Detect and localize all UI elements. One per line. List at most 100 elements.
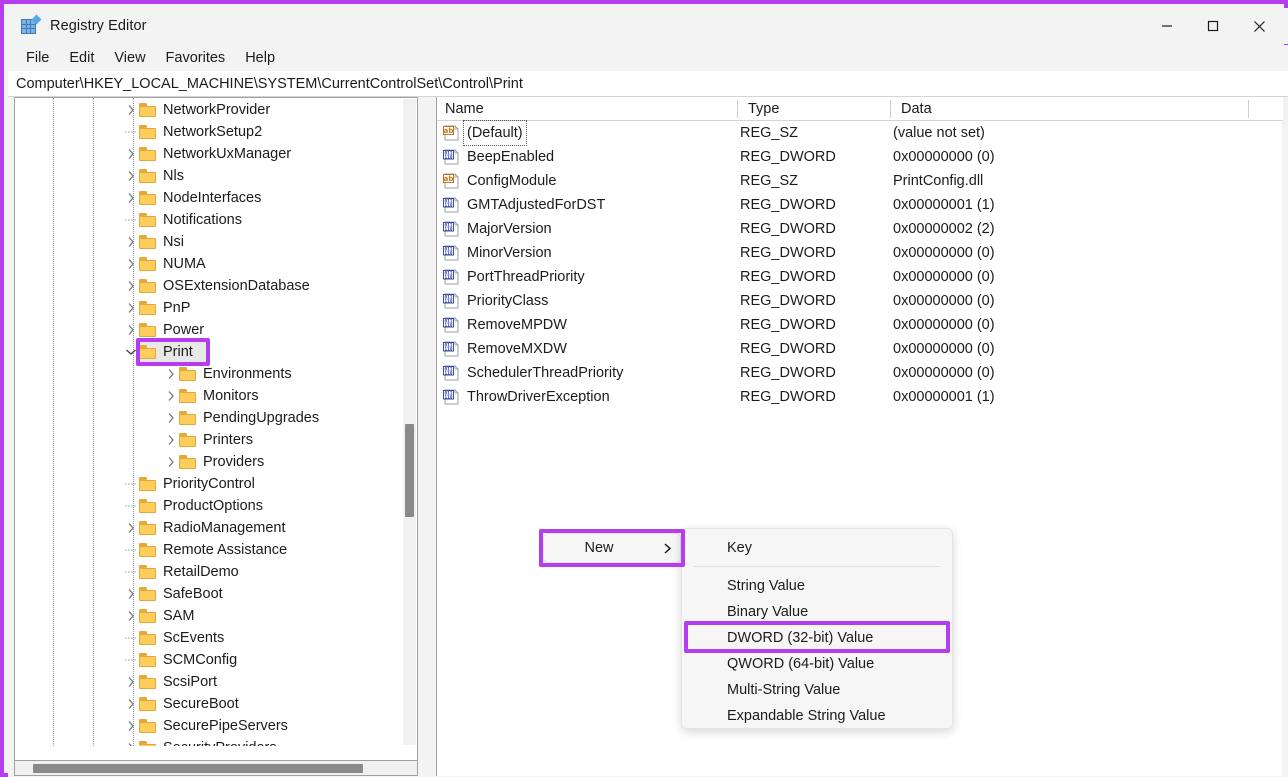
- chevron-right-icon[interactable]: [123, 319, 139, 341]
- maximize-button[interactable]: [1190, 10, 1236, 42]
- tree-item-pendingupgrades[interactable]: PendingUpgrades: [15, 407, 405, 429]
- value-row[interactable]: 011 110 BeepEnabled REG_DWORD 0x00000000 (0): [437, 145, 1283, 169]
- menu-item-edit[interactable]: Edit: [59, 47, 104, 69]
- submenu-item-multi-string-value[interactable]: Multi-String Value: [682, 677, 952, 703]
- tree-item-pnp[interactable]: PnP: [15, 297, 405, 319]
- submenu-item-string-value[interactable]: String Value: [682, 573, 952, 599]
- chevron-right-icon[interactable]: [163, 451, 179, 473]
- value-row[interactable]: 011 110 GMTAdjustedForDST REG_DWORD 0x000000…: [437, 193, 1283, 217]
- chevron-right-icon[interactable]: [123, 715, 139, 737]
- value-row[interactable]: 011 110 ThrowDriverException REG_DWORD 0x000…: [437, 385, 1283, 409]
- tree-item-scevents[interactable]: ScEvents: [15, 627, 405, 649]
- submenu-item-expandable-string-value[interactable]: Expandable String Value: [682, 703, 952, 729]
- string-value-icon: ab: [443, 125, 460, 141]
- tree-item-notifications[interactable]: Notifications: [15, 209, 405, 231]
- chevron-right-icon[interactable]: [123, 253, 139, 275]
- submenu-item-dword-32-bit-value[interactable]: DWORD (32-bit) Value: [682, 625, 952, 651]
- column-divider-name-type[interactable]: [737, 100, 738, 118]
- value-row[interactable]: ab (Default) REG_SZ (value not set): [437, 120, 1283, 146]
- tree-item-retaildemo[interactable]: RetailDemo: [15, 561, 405, 583]
- value-row[interactable]: 011 110 PortThreadPriority REG_DWORD 0x00000…: [437, 265, 1283, 289]
- tree-horizontal-scrollbar[interactable]: [14, 761, 418, 776]
- tree-item-printers[interactable]: Printers: [15, 429, 405, 451]
- tree-item-monitors[interactable]: Monitors: [15, 385, 405, 407]
- value-row[interactable]: 011 110 MajorVersion REG_DWORD 0x00000002 (2…: [437, 217, 1283, 241]
- tree-item-safeboot[interactable]: SafeBoot: [15, 583, 405, 605]
- chevron-right-icon[interactable]: [123, 187, 139, 209]
- chevron-right-icon[interactable]: [123, 693, 139, 715]
- chevron-down-icon[interactable]: [123, 341, 139, 363]
- tree-item-nsi[interactable]: Nsi: [15, 231, 405, 253]
- tree-item-power[interactable]: Power: [15, 319, 405, 341]
- menu-item-favorites[interactable]: Favorites: [156, 47, 236, 69]
- tree-item-providers[interactable]: Providers: [15, 451, 405, 473]
- tree-horizontal-scroll-thumb[interactable]: [33, 764, 363, 773]
- tree-item-environments[interactable]: Environments: [15, 363, 405, 385]
- tree-item-networkuxmanager[interactable]: NetworkUxManager: [15, 143, 405, 165]
- submenu-item-key[interactable]: Key: [682, 535, 952, 561]
- string-value-icon: ab: [443, 173, 460, 189]
- chevron-right-icon[interactable]: [163, 363, 179, 385]
- folder-icon: [139, 103, 156, 117]
- close-button[interactable]: [1236, 10, 1282, 42]
- tree-item-secureboot[interactable]: SecureBoot: [15, 693, 405, 715]
- column-divider-type-data[interactable]: [890, 100, 891, 118]
- value-name: MinorVersion: [467, 245, 552, 261]
- value-row[interactable]: 011 110 SchedulerThreadPriority REG_DWORD 0x…: [437, 361, 1283, 385]
- registry-tree-pane[interactable]: NetworkProvider NetworkSetup2 NetworkUxMan…: [14, 97, 418, 761]
- tree-item-securepipeservers[interactable]: SecurePipeServers: [15, 715, 405, 737]
- tree-vertical-scroll-thumb[interactable]: [405, 424, 414, 517]
- tree-item-productoptions[interactable]: ProductOptions: [15, 495, 405, 517]
- svg-text:110: 110: [445, 298, 453, 304]
- value-name: MajorVersion: [467, 221, 552, 237]
- tree-item-remote-assistance[interactable]: Remote Assistance: [15, 539, 405, 561]
- value-row[interactable]: 011 110 RemoveMXDW REG_DWORD 0x00000000 (0): [437, 337, 1283, 361]
- chevron-right-icon[interactable]: [123, 671, 139, 693]
- column-divider-data-end[interactable]: [1248, 100, 1249, 118]
- tree-item-label: Print: [163, 344, 193, 360]
- chevron-right-icon[interactable]: [163, 407, 179, 429]
- tree-item-sam[interactable]: SAM: [15, 605, 405, 627]
- tree-item-numa[interactable]: NUMA: [15, 253, 405, 275]
- submenu-item-qword-64-bit-value[interactable]: QWORD (64-bit) Value: [682, 651, 952, 677]
- chevron-right-icon[interactable]: [123, 165, 139, 187]
- tree-item-scmconfig[interactable]: SCMConfig: [15, 649, 405, 671]
- chevron-right-icon[interactable]: [123, 275, 139, 297]
- menu-item-file[interactable]: File: [16, 47, 59, 69]
- menu-item-help[interactable]: Help: [235, 47, 285, 69]
- context-menu-new[interactable]: New: [543, 533, 681, 563]
- chevron-right-icon[interactable]: [123, 583, 139, 605]
- column-header-data[interactable]: Data: [893, 97, 932, 121]
- tree-leaf-connector: [123, 209, 139, 231]
- tree-item-print[interactable]: Print: [15, 341, 405, 363]
- chevron-right-icon[interactable]: [123, 99, 139, 121]
- tree-item-prioritycontrol[interactable]: PriorityControl: [15, 473, 405, 495]
- menu-item-view[interactable]: View: [104, 47, 155, 69]
- tree-item-radiomanagement[interactable]: RadioManagement: [15, 517, 405, 539]
- address-bar[interactable]: Computer\HKEY_LOCAL_MACHINE\SYSTEM\Curre…: [8, 71, 1288, 97]
- tree-item-networksetup2[interactable]: NetworkSetup2: [15, 121, 405, 143]
- chevron-right-icon[interactable]: [123, 297, 139, 319]
- tree-item-securityproviders[interactable]: SecurityProviders: [15, 737, 405, 746]
- chevron-right-icon[interactable]: [123, 517, 139, 539]
- chevron-right-icon[interactable]: [123, 737, 139, 746]
- chevron-right-icon[interactable]: [123, 231, 139, 253]
- value-row[interactable]: 011 110 RemoveMPDW REG_DWORD 0x00000000 (0): [437, 313, 1283, 337]
- tree-item-scsiport[interactable]: ScsiPort: [15, 671, 405, 693]
- tree-item-osextensiondatabase[interactable]: OSExtensionDatabase: [15, 275, 405, 297]
- column-header-type[interactable]: Type: [740, 97, 779, 121]
- tree-item-nls[interactable]: Nls: [15, 165, 405, 187]
- tree-item-nodeinterfaces[interactable]: NodeInterfaces: [15, 187, 405, 209]
- tree-item-networkprovider[interactable]: NetworkProvider: [15, 99, 405, 121]
- value-row[interactable]: 011 110 PriorityClass REG_DWORD 0x00000000 (…: [437, 289, 1283, 313]
- chevron-right-icon[interactable]: [123, 143, 139, 165]
- chevron-right-icon[interactable]: [163, 429, 179, 451]
- chevron-right-icon[interactable]: [123, 605, 139, 627]
- value-row[interactable]: 011 110 MinorVersion REG_DWORD 0x00000000 (0…: [437, 241, 1283, 265]
- tree-vertical-scrollbar[interactable]: [403, 99, 416, 745]
- chevron-right-icon[interactable]: [163, 385, 179, 407]
- column-header-name[interactable]: Name: [437, 97, 484, 121]
- minimize-button[interactable]: [1144, 10, 1190, 42]
- value-row[interactable]: ab ConfigModule REG_SZ PrintConfig.dll: [437, 169, 1283, 193]
- submenu-item-binary-value[interactable]: Binary Value: [682, 599, 952, 625]
